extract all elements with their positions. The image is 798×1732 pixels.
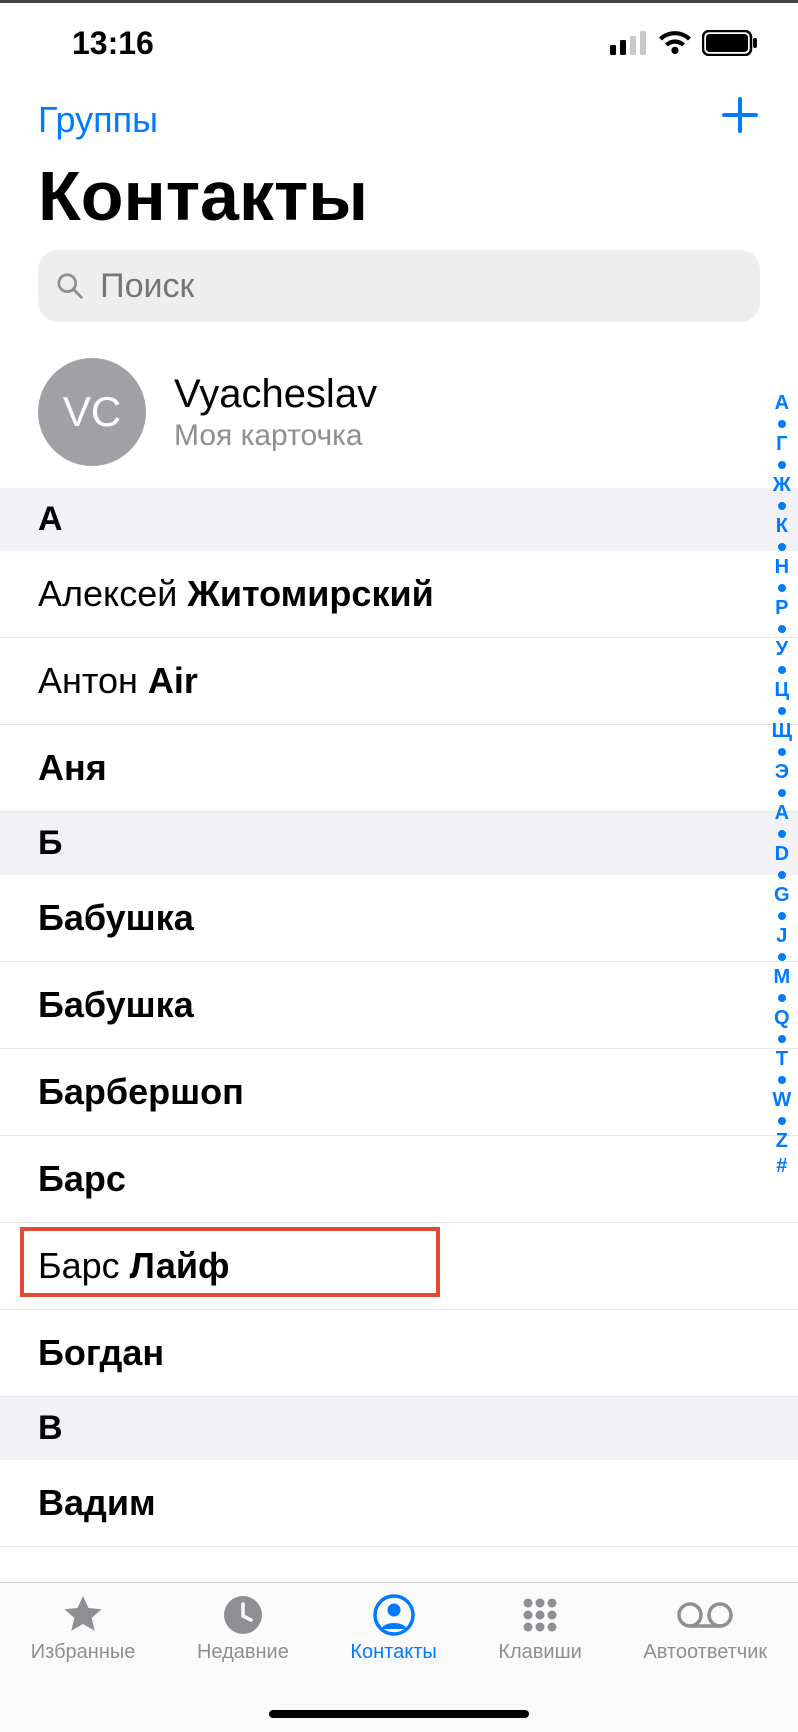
index-dot[interactable] <box>778 1117 786 1125</box>
contact-row[interactable]: Антон Air <box>0 638 798 725</box>
index-dot[interactable] <box>778 830 786 838</box>
index-dot[interactable] <box>778 461 786 469</box>
tab-recents[interactable]: Недавние <box>197 1593 289 1664</box>
contact-row[interactable]: Барс <box>0 1136 798 1223</box>
star-icon <box>61 1593 105 1637</box>
tab-label: Избранные <box>31 1641 136 1664</box>
tab-keypad[interactable]: Клавиши <box>498 1593 581 1664</box>
tab-label: Клавиши <box>498 1641 581 1664</box>
index-letter[interactable]: G <box>774 883 790 908</box>
voicemail-icon <box>677 1600 733 1630</box>
search-field[interactable] <box>38 250 760 322</box>
plus-icon <box>720 95 760 135</box>
tab-voicemail[interactable]: Автоответчик <box>643 1593 767 1664</box>
home-indicator[interactable] <box>269 1710 529 1718</box>
contact-icon <box>373 1594 415 1636</box>
index-letter[interactable]: A <box>775 801 789 826</box>
status-icons <box>610 30 758 56</box>
tab-label: Контакты <box>350 1641 436 1664</box>
search-icon <box>56 271 84 301</box>
index-dot[interactable] <box>778 502 786 510</box>
index-letter[interactable]: Z <box>776 1129 788 1154</box>
index-letter[interactable]: T <box>776 1047 788 1072</box>
tab-label: Недавние <box>197 1641 289 1664</box>
index-dot[interactable] <box>778 912 786 920</box>
tab-bar: Избранные Недавние Контакты <box>0 1582 798 1732</box>
index-dot[interactable] <box>778 1035 786 1043</box>
index-letter[interactable]: # <box>776 1154 787 1179</box>
my-card-name: Vyacheslav <box>174 372 377 417</box>
contact-row[interactable]: Богдан <box>0 1310 798 1397</box>
nav-bar: Группы <box>0 83 798 150</box>
index-dot[interactable] <box>778 543 786 551</box>
index-dot[interactable] <box>778 789 786 797</box>
tab-label: Автоответчик <box>643 1641 767 1664</box>
index-dot[interactable] <box>778 871 786 879</box>
wifi-icon <box>658 31 692 55</box>
index-letter[interactable]: К <box>776 514 788 539</box>
search-input[interactable] <box>98 266 742 307</box>
index-letter[interactable]: Щ <box>772 719 792 744</box>
index-letter[interactable]: D <box>775 842 789 867</box>
az-index[interactable]: АГЖКНРУЦЩЭADGJMQTWZ# <box>772 391 792 1179</box>
page-title: Контакты <box>0 150 798 250</box>
index-letter[interactable]: Ц <box>775 678 790 703</box>
index-letter[interactable]: Q <box>774 1006 790 1031</box>
index-letter[interactable]: Ж <box>773 473 791 498</box>
cellular-icon <box>610 31 648 55</box>
index-dot[interactable] <box>778 625 786 633</box>
clock-icon <box>222 1594 264 1636</box>
index-letter[interactable]: W <box>772 1088 791 1113</box>
index-dot[interactable] <box>778 707 786 715</box>
contact-row[interactable]: Барс Лайф <box>0 1223 798 1310</box>
contact-row[interactable]: Бабушка <box>0 962 798 1049</box>
contacts-list: VC Vyacheslav Моя карточка ААлексей Жито… <box>0 336 798 1547</box>
index-letter[interactable]: Н <box>775 555 789 580</box>
index-letter[interactable]: Г <box>776 432 787 457</box>
my-card-sub: Моя карточка <box>174 419 377 453</box>
tab-contacts[interactable]: Контакты <box>350 1593 436 1664</box>
avatar: VC <box>38 358 146 466</box>
index-letter[interactable]: Р <box>775 596 788 621</box>
my-card[interactable]: VC Vyacheslav Моя карточка <box>0 336 798 488</box>
index-dot[interactable] <box>778 953 786 961</box>
index-letter[interactable]: Э <box>775 760 789 785</box>
status-time: 13:16 <box>72 25 154 62</box>
index-letter[interactable]: У <box>776 637 788 662</box>
index-dot[interactable] <box>778 994 786 1002</box>
groups-button[interactable]: Группы <box>38 99 158 141</box>
index-letter[interactable]: J <box>776 924 787 949</box>
index-dot[interactable] <box>778 584 786 592</box>
section-header: А <box>0 488 798 551</box>
section-header: В <box>0 1397 798 1460</box>
index-dot[interactable] <box>778 748 786 756</box>
contact-row[interactable]: Барбершоп <box>0 1049 798 1136</box>
index-dot[interactable] <box>778 420 786 428</box>
contact-row[interactable]: Аня <box>0 725 798 812</box>
index-dot[interactable] <box>778 666 786 674</box>
index-dot[interactable] <box>778 1076 786 1084</box>
contact-row[interactable]: Вадим <box>0 1460 798 1547</box>
section-header: Б <box>0 812 798 875</box>
status-bar: 13:16 <box>0 3 798 83</box>
contact-row[interactable]: Алексей Житомирский <box>0 551 798 638</box>
add-contact-button[interactable] <box>720 95 760 144</box>
battery-icon <box>702 30 758 56</box>
index-letter[interactable]: А <box>775 391 789 416</box>
keypad-icon <box>519 1594 561 1636</box>
index-letter[interactable]: M <box>773 965 790 990</box>
contact-row[interactable]: Бабушка <box>0 875 798 962</box>
tab-favorites[interactable]: Избранные <box>31 1593 136 1664</box>
